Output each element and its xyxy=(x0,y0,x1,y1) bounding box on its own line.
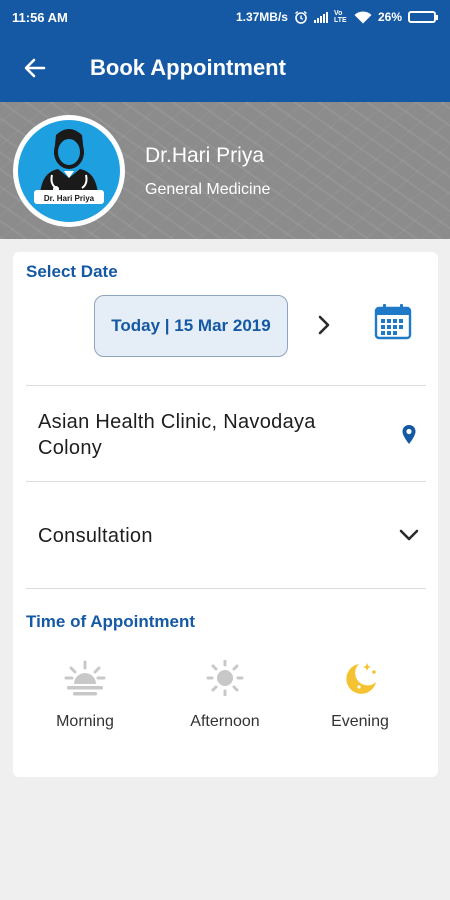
calendar-icon[interactable] xyxy=(374,303,412,341)
moon-stars-icon xyxy=(346,663,376,694)
doctor-specialty: General Medicine xyxy=(145,181,271,198)
doctor-avatar-icon: Dr. Hari Priya xyxy=(18,120,120,222)
signal-icon xyxy=(313,11,328,23)
doctor-name: Dr.Hari Priya xyxy=(145,144,265,167)
chevron-right-icon[interactable] xyxy=(313,314,335,336)
slot-label: Afternoon xyxy=(190,713,260,730)
alarm-icon xyxy=(295,11,307,24)
slot-morning[interactable]: Morning xyxy=(25,660,145,731)
wifi-icon xyxy=(354,10,372,23)
avatar: Dr. Hari Priya xyxy=(13,115,125,227)
battery-percent: 26% xyxy=(377,10,402,24)
chevron-down-icon xyxy=(399,529,419,541)
avatar-caption: Dr. Hari Priya xyxy=(43,194,95,203)
back-button[interactable] xyxy=(0,34,70,102)
sun-icon xyxy=(206,660,244,696)
consultation-dropdown[interactable]: Consultation xyxy=(13,482,438,588)
clinic-name: Asian Health Clinic, Navodaya Colony xyxy=(38,411,316,459)
status-time: 11:56 AM xyxy=(12,9,68,25)
slot-evening[interactable]: Evening xyxy=(300,660,420,731)
date-selector-button[interactable]: Today | 15 Mar 2019 xyxy=(94,295,288,357)
slot-afternoon[interactable]: Afternoon xyxy=(165,660,285,731)
volte-badge: Vo LTE xyxy=(333,10,347,24)
appointment-card: Select Date Today | 15 Mar 2019 Asian He… xyxy=(13,252,438,777)
slot-label: Evening xyxy=(331,713,389,730)
app-bar: Book Appointment xyxy=(0,34,450,102)
location-pin-icon[interactable] xyxy=(401,424,417,446)
doctor-banner: Dr. Hari Priya xyxy=(0,102,450,239)
status-icons: 1.37MB/s Vo LTE 26% xyxy=(235,10,438,24)
select-date-label: Select Date xyxy=(26,262,118,281)
arrow-left-icon xyxy=(24,58,46,78)
slot-label: Morning xyxy=(56,713,114,730)
sunrise-icon xyxy=(64,660,106,696)
network-speed: 1.37MB/s xyxy=(235,10,288,24)
divider xyxy=(26,588,426,589)
selected-date: Today | 15 Mar 2019 xyxy=(111,316,271,335)
time-of-appointment-label: Time of Appointment xyxy=(26,612,196,631)
battery-icon xyxy=(408,11,438,23)
divider xyxy=(26,385,426,386)
status-bar: 11:56 AM 1.37MB/s Vo LTE 26% xyxy=(0,0,450,34)
page-title: Book Appointment xyxy=(90,55,286,80)
consultation-value: Consultation xyxy=(38,525,153,547)
